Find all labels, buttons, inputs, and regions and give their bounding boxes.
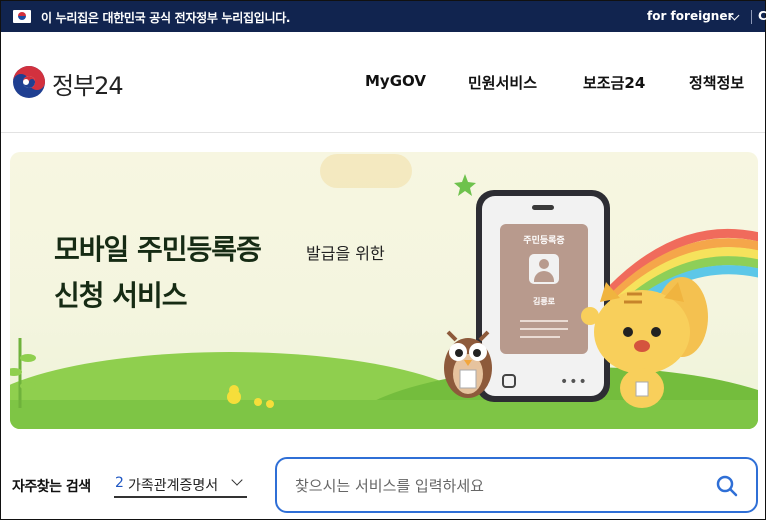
search-icon[interactable]	[715, 474, 739, 498]
squirrel-character-illustration	[581, 277, 708, 408]
nav-subsidy24[interactable]: 보조금24	[583, 72, 645, 93]
gov-notice-bar: 이 누리집은 대한민국 공식 전자정부 누리집입니다. for foreigne…	[1, 1, 767, 32]
nav-mygov[interactable]: MyGOV	[365, 72, 426, 90]
frequent-search-label: 자주찾는 검색	[12, 479, 91, 495]
foreigner-language-link[interactable]: for foreigner	[647, 9, 733, 23]
cloud-decoration	[320, 154, 412, 188]
star-decoration	[454, 174, 476, 196]
logo-text[interactable]: 정부24	[52, 66, 124, 101]
search-input[interactable]	[293, 473, 697, 499]
korea-flag-icon	[13, 10, 31, 23]
gov-notice-text[interactable]: 이 누리집은 대한민국 공식 전자정부 누리집입니다.	[41, 9, 291, 26]
gov-bar-next-item[interactable]: C	[758, 9, 767, 23]
banner-title-line2: 신청 서비스	[54, 279, 188, 312]
person-icon	[529, 254, 559, 284]
promo-banner[interactable]: 모바일 주민등록증 발급을 위한 신청 서비스 주민등록증 김릉로 •••	[10, 152, 758, 429]
site-header: 정부24 MyGOV 민원서비스 보조금24 정책정보	[1, 32, 765, 133]
chick-decoration	[227, 385, 274, 408]
divider	[751, 10, 752, 24]
gov24-logo-icon[interactable]	[12, 65, 46, 99]
nav-policy-info[interactable]: 정책정보	[689, 72, 744, 93]
frequent-search-value[interactable]: 가족관계증명서	[128, 475, 218, 495]
frequent-search-dropdown[interactable]: 2 가족관계증명서	[114, 466, 247, 498]
frequent-search-rank: 2	[115, 475, 124, 491]
chevron-down-icon[interactable]	[231, 474, 243, 486]
banner-subtitle: 발급을 위한	[306, 244, 385, 263]
owl-character-illustration	[444, 330, 492, 398]
banner-title-line1: 모바일 주민등록증	[54, 233, 262, 266]
nav-civil-service[interactable]: 민원서비스	[468, 72, 537, 93]
id-card-title: 주민등록증	[523, 236, 565, 246]
service-search-box[interactable]	[275, 457, 758, 513]
plant-decoration	[10, 338, 36, 408]
